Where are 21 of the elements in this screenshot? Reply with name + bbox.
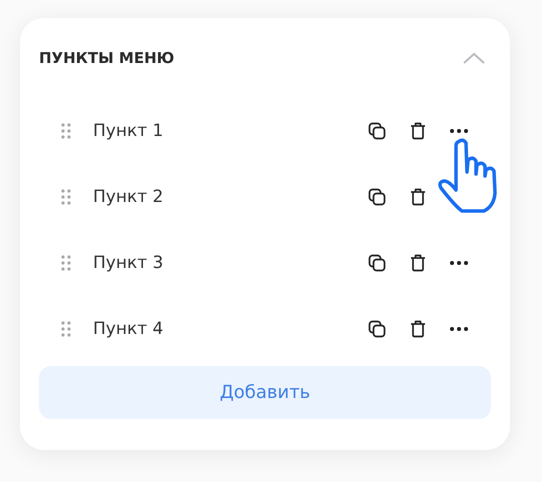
more-icon[interactable]	[450, 327, 468, 331]
trash-icon[interactable]	[410, 320, 426, 338]
section-title: ПУНКТЫ МЕНЮ	[39, 49, 174, 67]
trash-icon[interactable]	[410, 188, 426, 206]
more-icon[interactable]	[450, 129, 468, 133]
drag-handle-icon[interactable]	[61, 123, 71, 139]
copy-icon[interactable]	[368, 122, 386, 140]
copy-icon[interactable]	[368, 254, 386, 272]
drag-handle-icon[interactable]	[61, 189, 71, 205]
menu-item-label: Пункт 1	[93, 121, 164, 141]
drag-handle-icon[interactable]	[61, 255, 71, 271]
menu-item-label: Пункт 4	[93, 319, 164, 339]
trash-icon[interactable]	[410, 122, 426, 140]
copy-icon[interactable]	[368, 320, 386, 338]
add-button[interactable]: Добавить	[39, 366, 491, 419]
more-icon[interactable]	[450, 261, 468, 265]
menu-item-label: Пункт 3	[93, 253, 164, 273]
menu-item-label: Пункт 2	[93, 187, 164, 207]
copy-icon[interactable]	[368, 188, 386, 206]
drag-handle-icon[interactable]	[61, 321, 71, 337]
trash-icon[interactable]	[410, 254, 426, 272]
